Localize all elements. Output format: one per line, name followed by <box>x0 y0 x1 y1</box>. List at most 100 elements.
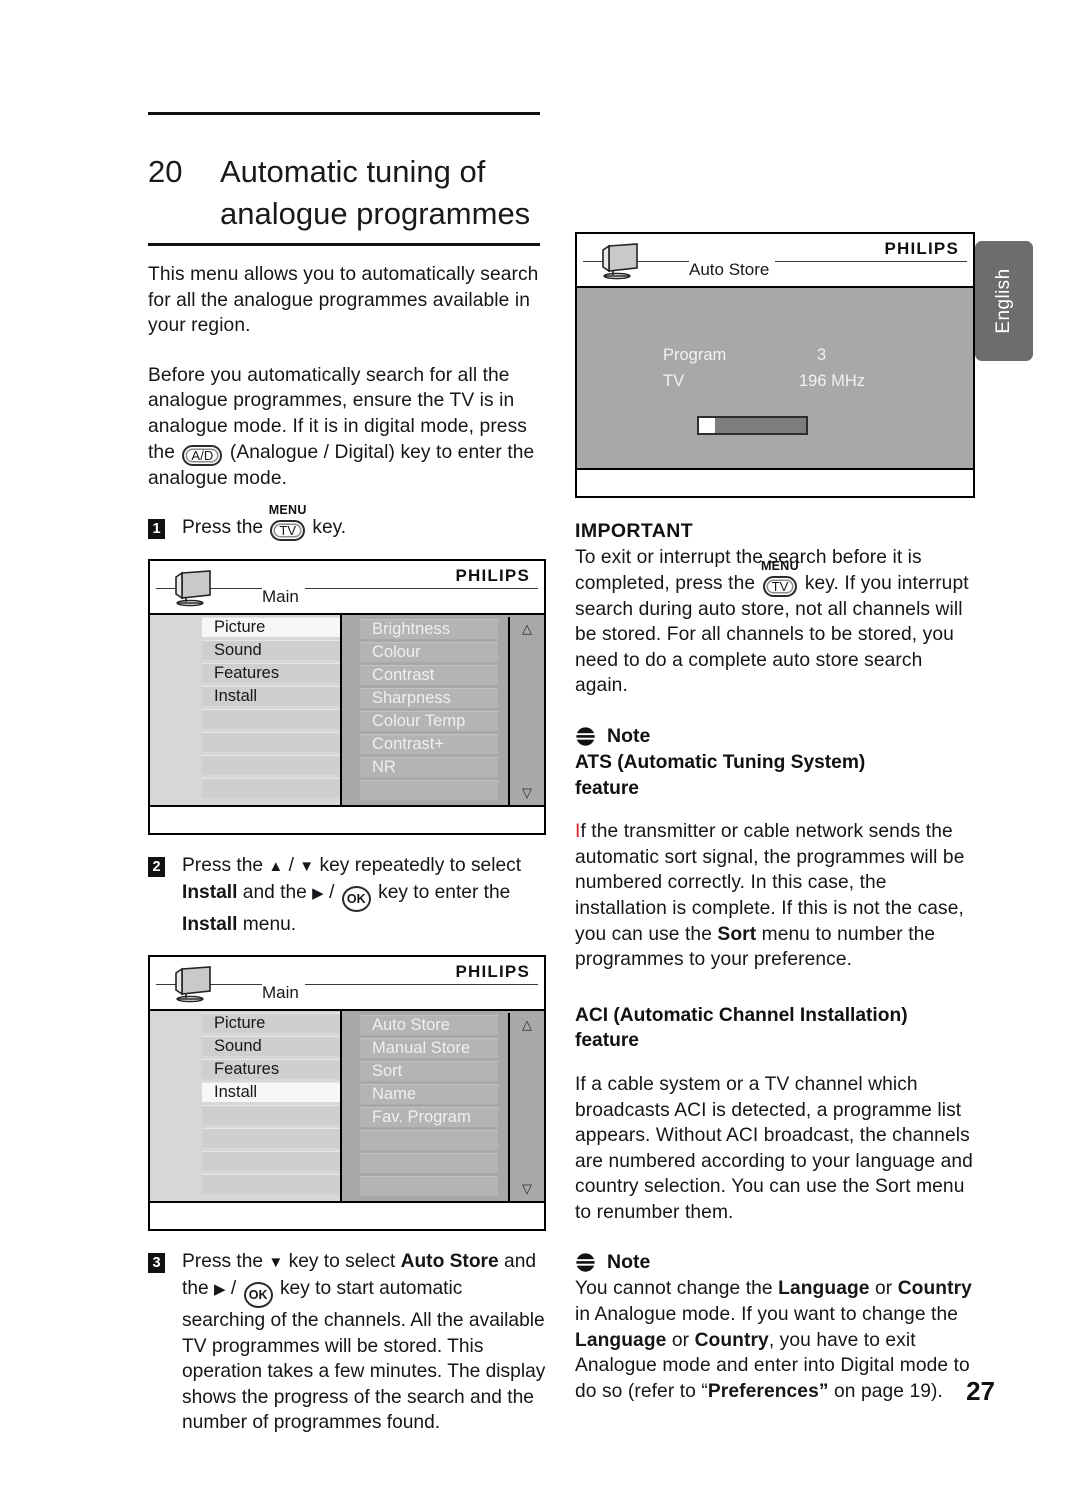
step-3-slash: / <box>230 1277 237 1299</box>
step-1-number: 1 <box>148 519 165 540</box>
osd-main-sub-sharpness[interactable]: Sharpness <box>360 688 498 708</box>
scroll-down-icon[interactable]: ▽ <box>522 786 532 799</box>
right-column: PHILIPS Auto Store Program 3 TV 196 MHz … <box>575 232 975 1428</box>
osd-main-item-features[interactable]: Features <box>202 663 340 683</box>
osd-main-sub-contrast[interactable]: Contrast <box>360 665 498 685</box>
step-3: 3 Press the ▼ key to select Auto Store a… <box>148 1249 546 1436</box>
chapter-title: Automatic tuning of analogue programmes <box>220 151 530 235</box>
step-1-text-after: key. <box>312 517 347 539</box>
osd-install-footer <box>150 1201 544 1230</box>
step-2-slash-2: / <box>329 881 335 903</box>
step-3-part2: key to select <box>288 1251 396 1273</box>
osd-autostore-header: PHILIPS Auto Store <box>577 234 973 288</box>
arrow-down-icon-2: ▼ <box>299 858 315 876</box>
osd-main-sub-colour-temp[interactable]: Colour Temp <box>360 711 498 731</box>
page-title: 20 Automatic tuning of analogue programm… <box>148 151 540 235</box>
note-icon <box>576 727 595 746</box>
aci-subheading-line1: ACI (Automatic Channel Installation) <box>575 1004 908 1026</box>
osd-install-sub-auto-store[interactable]: Auto Store <box>360 1015 498 1036</box>
tv-monitor-icon <box>175 966 211 1003</box>
osd-install-left-pane: Picture Sound Features Install <box>150 1011 340 1202</box>
aci-subheading-line2: feature <box>575 1030 639 1052</box>
scroll-down-icon[interactable]: ▽ <box>522 1182 532 1195</box>
step-2-slash: / <box>288 855 294 877</box>
osd-main-sub-contrast-plus[interactable]: Contrast+ <box>360 734 498 754</box>
autostore-tv-label: TV <box>663 372 685 390</box>
chapter-number: 20 <box>148 154 183 189</box>
step-2-text: Press the ▲ / ▼ key repeatedly to select… <box>182 853 546 937</box>
osd-install-left-blank-2 <box>202 1128 340 1149</box>
osd-install-sub-fav-program[interactable]: Fav. Program <box>360 1107 498 1128</box>
osd-auto-store: PHILIPS Auto Store Program 3 TV 196 MHz <box>575 232 975 498</box>
osd-install-right-blank-1 <box>360 1130 498 1151</box>
step-1: 1 Press the MENU TV key. <box>148 503 546 542</box>
note-2-bold-language-2: Language <box>575 1329 667 1351</box>
step-2-bold-install-1: Install <box>182 881 238 903</box>
note-2-bold-language-1: Language <box>778 1278 870 1300</box>
osd-install-title: Main <box>262 983 305 1004</box>
autostore-tv-value: 196 MHz <box>799 372 866 390</box>
arrow-up-icon-2: ▲ <box>268 858 284 876</box>
osd-main-item-sound[interactable]: Sound <box>202 640 340 660</box>
ats-subheading-line1: ATS (Automatic Tuning System) <box>575 751 866 773</box>
osd-install-item-features[interactable]: Features <box>202 1059 340 1080</box>
osd-install-item-install[interactable]: Install <box>202 1082 340 1103</box>
osd-main-left-blank-3 <box>202 755 340 775</box>
ats-bold-sort: Sort <box>717 923 757 945</box>
step-2-part2: key repeatedly to select <box>319 855 522 877</box>
osd-install-item-sound[interactable]: Sound <box>202 1036 340 1057</box>
tv-monitor-icon <box>175 570 211 607</box>
tv-key-icon-1: TV <box>270 520 306 542</box>
note-2-bold-country-2: Country <box>694 1329 769 1351</box>
osd-install-left-blank-4 <box>202 1174 340 1195</box>
tv-monitor-icon <box>602 243 638 280</box>
autostore-program-value: 3 <box>817 346 827 364</box>
scroll-up-icon[interactable]: △ <box>522 1018 532 1031</box>
note-1-title: Note <box>607 724 651 747</box>
note-icon <box>576 1253 595 1273</box>
osd-main-scrollbar[interactable]: △ ▽ <box>508 617 544 806</box>
page-number: 27 <box>966 1376 995 1406</box>
osd-install-scrollbar[interactable]: △ ▽ <box>508 1013 544 1202</box>
step-2-part3: and the <box>242 881 307 903</box>
title-rule-top <box>148 112 540 115</box>
osd-install-sub-name[interactable]: Name <box>360 1084 498 1105</box>
ad-key-icon: A/D <box>182 444 223 466</box>
osd-main-title: Main <box>262 587 305 608</box>
osd-install-item-picture[interactable]: Picture <box>202 1013 340 1034</box>
osd-main-sub-colour[interactable]: Colour <box>360 642 498 662</box>
osd-main-footer <box>150 805 544 834</box>
arrow-down-icon-3: ▼ <box>268 1254 284 1272</box>
step-3-bold-auto-store: Auto Store <box>400 1251 499 1273</box>
osd-main-sub-nr[interactable]: NR <box>360 757 498 777</box>
osd-main-item-picture[interactable]: Picture <box>202 617 340 637</box>
ats-paragraph: If the transmitter or cable network send… <box>575 819 975 973</box>
step-2-bold-install-2: Install <box>182 913 238 935</box>
aci-subheading: ACI (Automatic Channel Installation) fea… <box>575 1003 975 1054</box>
chapter-title-line1: Automatic tuning of <box>220 154 486 189</box>
language-tab: English <box>975 241 1033 361</box>
osd-main-right-blank-1 <box>360 780 498 800</box>
osd-main-left-blank-4 <box>202 778 340 798</box>
intro-paragraph: This menu allows you to automatically se… <box>148 264 539 337</box>
osd-main-item-install[interactable]: Install <box>202 686 340 706</box>
page-title-block: 20 Automatic tuning of analogue programm… <box>148 112 540 246</box>
osd-install-sub-sort[interactable]: Sort <box>360 1061 498 1082</box>
osd-autostore-brand: PHILIPS <box>884 239 959 258</box>
scroll-up-icon[interactable]: △ <box>522 622 532 635</box>
osd-install-sub-manual-store[interactable]: Manual Store <box>360 1038 498 1059</box>
osd-main-right-list: Brightness Colour Contrast Sharpness Col… <box>342 617 508 805</box>
note-2-part6: on page 19). <box>833 1380 943 1402</box>
step-1-text: Press the MENU TV key. <box>182 503 347 542</box>
step-2-part4: key to enter the <box>378 881 511 903</box>
step-3-text: Press the ▼ key to select Auto Store and… <box>182 1249 546 1436</box>
osd-main-brand: PHILIPS <box>455 566 530 586</box>
osd-main-right-pane: Brightness Colour Contrast Sharpness Col… <box>340 615 544 806</box>
osd-main-sub-brightness[interactable]: Brightness <box>360 619 498 639</box>
osd-main-menu-wrapper: PHILIPS Main Picture Sound Features Inst… <box>148 559 546 836</box>
note-2-title: Note <box>607 1251 651 1274</box>
step-2-part1: Press the <box>182 855 264 877</box>
ok-key-icon-2: OK <box>341 885 371 912</box>
important-heading: IMPORTANT <box>575 520 694 542</box>
osd-install-left-blank-1 <box>202 1105 340 1126</box>
